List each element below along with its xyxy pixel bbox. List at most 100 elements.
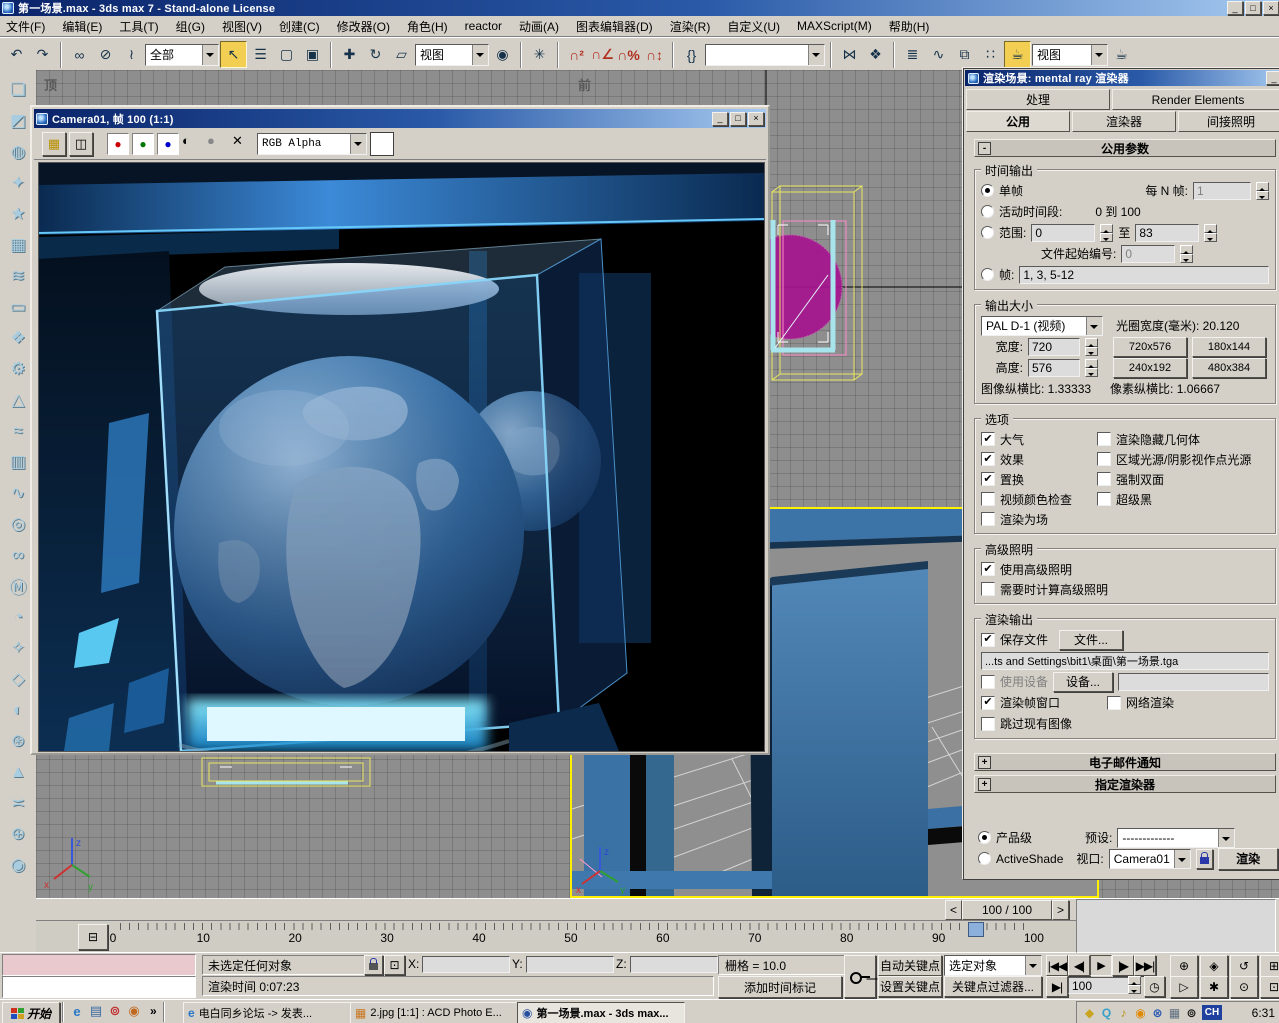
skip-existing-checkbox[interactable] [981, 717, 995, 731]
red-channel-icon[interactable]: ● [107, 133, 129, 155]
lock-viewport-button[interactable] [1196, 849, 1214, 869]
viewport-dropdown[interactable]: Camera01 [1109, 849, 1191, 869]
set-key-button[interactable]: 设置关键点 [878, 976, 942, 997]
render-dialog-titlebar[interactable]: 渲染场景: mental ray 渲染器 _ [965, 70, 1279, 86]
selection-filter-dropdown[interactable]: 全部 [145, 44, 219, 66]
menu-item[interactable]: 编辑(E) [62, 18, 102, 35]
current-frame-marker[interactable] [968, 922, 984, 937]
tab-render-elements[interactable]: Render Elements [1112, 89, 1279, 110]
key-mode-toggle[interactable]: ▶| [1046, 976, 1068, 997]
angle-snap-icon[interactable]: ∩∠ [590, 42, 615, 67]
range-radio[interactable] [981, 226, 994, 239]
spinner-snap-icon[interactable]: ∩↕ [642, 42, 667, 67]
device-field[interactable] [1118, 673, 1269, 691]
render-frame-window-checkbox[interactable] [981, 696, 995, 710]
menu-item[interactable]: 帮助(H) [889, 18, 930, 35]
minimize-button[interactable]: _ [1227, 1, 1243, 15]
save-file-checkbox[interactable] [981, 633, 995, 647]
assign-renderer-rollout[interactable]: + 指定渲染器 [974, 775, 1276, 793]
layer-manager-icon[interactable]: ≣ [900, 42, 925, 67]
chevron-down-icon[interactable] [472, 45, 488, 65]
common-parameters-rollout[interactable]: - 公用参数 [974, 139, 1276, 157]
go-to-start-button[interactable]: |◀◀ [1046, 955, 1068, 976]
save-bitmap-icon[interactable]: ▦ [42, 132, 66, 156]
time-slider-next-arrow[interactable]: > [1052, 900, 1069, 920]
close-button[interactable]: × [748, 112, 764, 126]
maximize-button[interactable]: □ [1245, 1, 1261, 15]
blue-channel-icon[interactable]: ● [157, 133, 179, 155]
tab-render-camera-icon[interactable]: ◉ [2, 849, 34, 880]
schematic-view-icon[interactable]: ⧉ [952, 42, 977, 67]
range-from-field[interactable]: 0 [1031, 224, 1095, 242]
chevron-down-icon[interactable] [1091, 45, 1107, 65]
rendered-frame-window[interactable]: Camera01, 帧 100 (1:1) _ □ × ▦ ◫ ● ● ● ◐ … [30, 105, 770, 755]
menu-item[interactable]: 自定义(U) [727, 18, 780, 35]
width-field[interactable]: 720 [1028, 338, 1080, 356]
option-checkbox[interactable]: 超级黑 [1097, 489, 1269, 509]
tray-signal-icon[interactable]: ◉ [1132, 1006, 1149, 1020]
chevron-down-icon[interactable] [1025, 956, 1041, 975]
zoom-all-icon[interactable]: ⊞ [1260, 955, 1279, 977]
snap-toggle-icon[interactable]: ∩² [564, 42, 589, 67]
option-checkbox[interactable]: 渲染隐藏几何体 [1097, 429, 1269, 449]
file-start-field[interactable]: 0 [1121, 245, 1175, 263]
active-segment-radio[interactable] [981, 205, 994, 218]
compute-advanced-lighting-checkbox[interactable]: 需要时计算高级照明 [981, 579, 1269, 599]
tab-common[interactable]: 公用 [966, 111, 1070, 132]
reference-coordsys-dropdown[interactable]: 视图 [415, 44, 489, 66]
select-and-move-icon[interactable]: ✚ [337, 42, 362, 67]
time-configuration-button[interactable]: ◷ [1144, 976, 1165, 997]
render-scene-dialog[interactable]: 渲染场景: mental ray 渲染器 _ 处理 Render Element… [963, 68, 1279, 880]
select-object-icon[interactable]: ↖ [220, 41, 247, 68]
curve-editor-icon[interactable]: ∿ [926, 42, 951, 67]
rendered-frame-titlebar[interactable]: Camera01, 帧 100 (1:1) _ □ × [34, 109, 766, 128]
file-button[interactable]: 文件... [1059, 630, 1123, 650]
x-coordinate-field[interactable] [422, 956, 510, 973]
res-180x144-button[interactable]: 180x144 [1192, 337, 1266, 357]
range-to-spinner[interactable] [1204, 224, 1217, 242]
every-n-spinner[interactable] [1256, 182, 1269, 200]
height-field[interactable]: 576 [1028, 359, 1080, 377]
chevron-down-icon[interactable] [202, 45, 218, 65]
zoom-icon[interactable]: ⊕ [1170, 955, 1198, 977]
maximize-button[interactable]: □ [730, 112, 746, 126]
taskbar-task[interactable]: ▦ 2.jpg [1:1] : ACD Photo E... [350, 1002, 518, 1023]
render-scene-icon[interactable]: ☕ [1004, 41, 1031, 68]
production-radio[interactable] [978, 831, 991, 844]
material-editor-icon[interactable]: ∷ [978, 42, 1003, 67]
res-720x576-button[interactable]: 720x576 [1113, 337, 1187, 357]
option-checkbox[interactable]: 强制双面 [1097, 469, 1269, 489]
range-to-field[interactable]: 83 [1135, 224, 1199, 242]
tray-network-error-icon[interactable]: ⊗ [1149, 1006, 1166, 1020]
render-type-dropdown[interactable]: 视图 [1032, 44, 1108, 66]
single-frame-radio[interactable] [981, 184, 994, 197]
chevron-down-icon[interactable] [350, 134, 366, 154]
email-notifications-rollout[interactable]: + 电子邮件通知 [974, 753, 1276, 771]
res-240x192-button[interactable]: 240x192 [1113, 358, 1187, 378]
select-and-manipulate-icon[interactable]: ✳ [527, 42, 552, 67]
minimize-button[interactable]: _ [712, 112, 728, 126]
frame-spinner[interactable] [1128, 976, 1141, 994]
menu-item[interactable]: 文件(F) [6, 18, 45, 35]
go-to-end-button[interactable]: ▶▶| [1134, 955, 1156, 976]
res-480x384-button[interactable]: 480x384 [1192, 358, 1266, 378]
select-and-scale-icon[interactable]: ▱ [389, 42, 414, 67]
bind-to-space-warp-icon[interactable]: ≀ [119, 42, 144, 67]
width-spinner[interactable] [1085, 338, 1098, 356]
tray-volume-icon[interactable]: ♪ [1115, 1006, 1132, 1020]
tab-tri-icon[interactable]: ▲ [2, 756, 34, 787]
quick-render-icon[interactable]: ☕ [1109, 42, 1134, 67]
menu-item[interactable]: 图表编辑器(D) [576, 18, 653, 35]
selection-lock-toggle[interactable] [364, 955, 383, 975]
background-color-swatch[interactable] [370, 132, 394, 156]
close-button[interactable]: × [1263, 1, 1279, 15]
option-checkbox[interactable]: 大气 [981, 429, 1097, 449]
use-pivot-center-icon[interactable]: ◉ [490, 42, 515, 67]
quick-launch-more-chevron[interactable]: » [150, 1004, 157, 1018]
chevron-down-icon[interactable] [808, 45, 824, 65]
option-checkbox[interactable]: 效果 [981, 449, 1097, 469]
select-and-link-icon[interactable]: ∞ [67, 42, 92, 67]
y-coordinate-field[interactable] [526, 956, 614, 973]
output-path-field[interactable]: ...ts and Settings\bit1\桌面\第一场景.tga [981, 652, 1269, 670]
window-crossing-toggle-icon[interactable]: ▣ [300, 42, 325, 67]
